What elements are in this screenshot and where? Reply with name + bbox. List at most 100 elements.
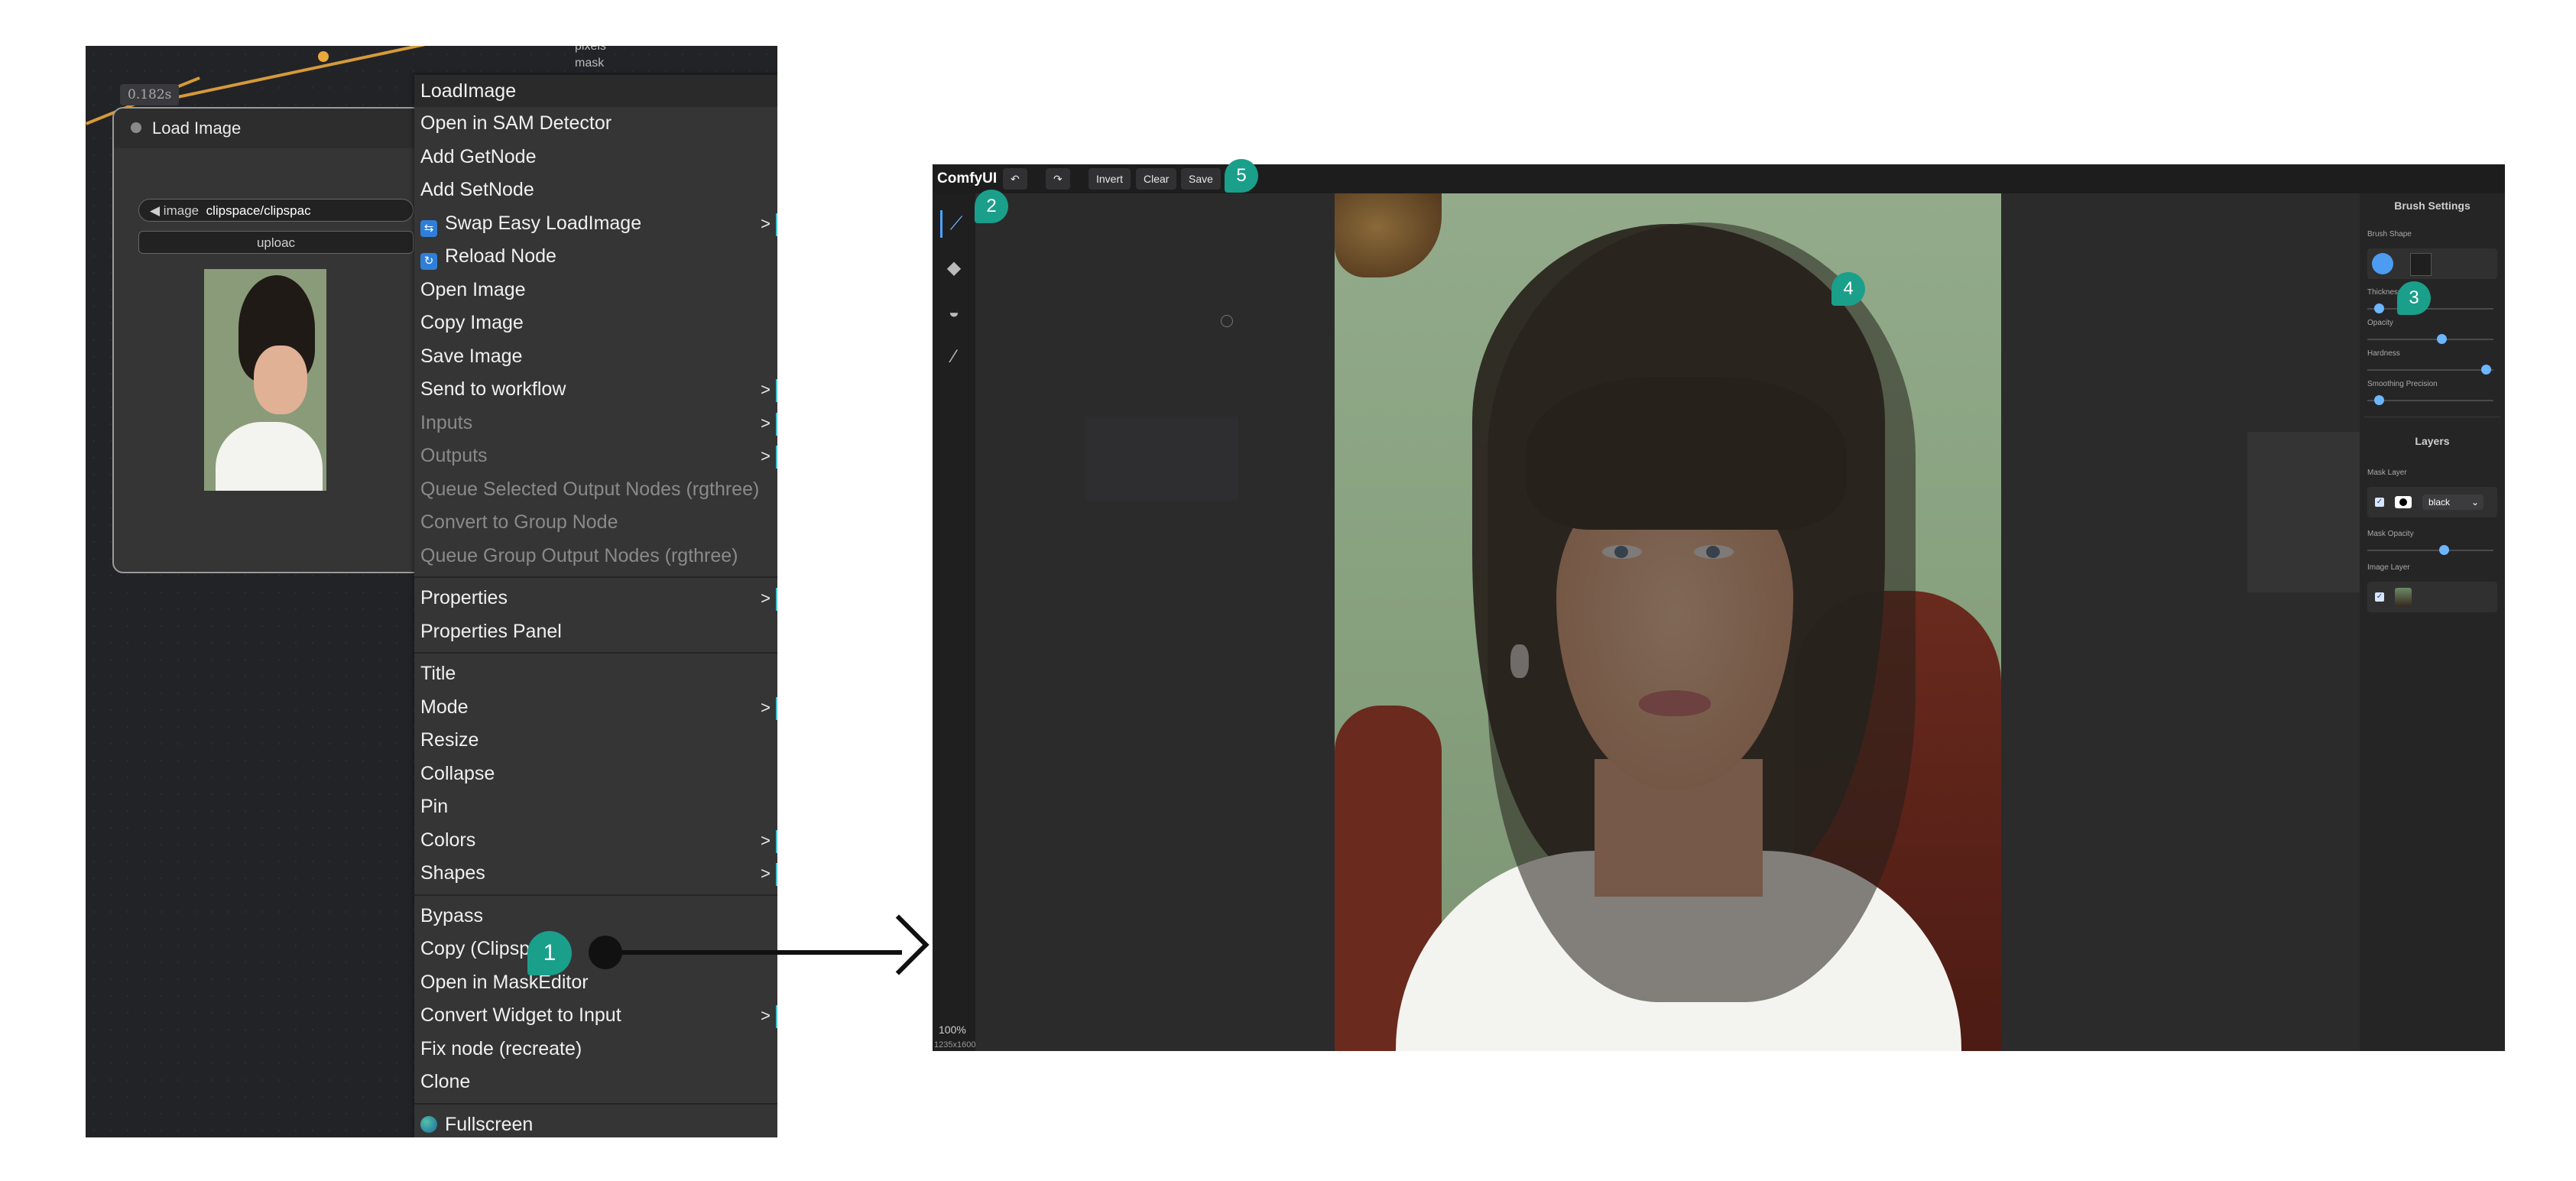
mask-layer-row: ✓ black ⌄ [2367, 487, 2497, 517]
image-combo-widget[interactable]: ◀ image clipspace/clipspac [138, 199, 414, 222]
callout-5: 5 [1225, 159, 1258, 193]
load-image-node[interactable]: Load Image ◀ image clipspace/clipspac up… [112, 107, 433, 573]
upstream-node-outputs: pixels mask [575, 46, 606, 72]
menu-item-add-setnode[interactable]: Add SetNode [414, 174, 777, 207]
slider-knob[interactable] [2480, 365, 2491, 375]
menu-separator [414, 1102, 777, 1105]
menu-item-open-in-sam-detector[interactable]: Open in SAM Detector [414, 107, 777, 141]
mask-opacity-label: Mask Opacity [2367, 530, 2414, 538]
callout-2: 2 [975, 190, 1008, 223]
combo-left-arrow-icon[interactable]: ◀ [150, 203, 164, 218]
mask-layer-label: Mask Layer [2367, 469, 2407, 477]
brush-shape-label: Brush Shape [2367, 230, 2412, 238]
mask-canvas-image[interactable] [1335, 193, 2001, 1051]
submenu-indicator [776, 696, 777, 720]
menu-item-properties[interactable]: Properties > [414, 582, 777, 615]
clear-button[interactable]: Clear [1136, 168, 1177, 190]
tool-sidebar: ⟋ ◆ ◒ ⁄ 100% 1235x1600 [933, 193, 975, 1051]
color-picker-tool-icon[interactable]: ⁄ [940, 343, 968, 371]
slider-knob[interactable] [2374, 303, 2385, 313]
submenu-indicator [776, 588, 777, 611]
menu-item-convert-widget-to-input[interactable]: Convert Widget to Input > [414, 999, 777, 1033]
menu-item-shapes[interactable]: Shapes > [414, 857, 777, 891]
menu-separator [414, 652, 777, 654]
menu-item-fullscreen[interactable]: Fullscreen [414, 1108, 777, 1138]
mask-opacity-slider[interactable] [2367, 545, 2493, 555]
submenu-arrow: > [761, 1006, 771, 1025]
menu-item-copy-image[interactable]: Copy Image [414, 307, 777, 340]
node-image-preview [204, 269, 326, 491]
smoothing-slider[interactable] [2367, 395, 2493, 405]
menu-item-queue-group-output-nodes[interactable]: Queue Group Output Nodes (rgthree) [414, 540, 777, 573]
brush-settings-panel: Brush Settings Brush Shape Thickness Opa… [2360, 193, 2505, 1051]
upload-button[interactable]: uploac [138, 231, 414, 254]
menu-item-bypass[interactable]: Bypass [414, 900, 777, 933]
link-reroute-dot[interactable] [318, 51, 329, 62]
slider-knob[interactable] [2439, 545, 2450, 555]
menu-item-fix-node[interactable]: Fix node (recreate) [414, 1033, 777, 1066]
menu-item-collapse[interactable]: Collapse [414, 758, 777, 791]
menu-item-open-image[interactable]: Open Image [414, 274, 777, 307]
slider-knob[interactable] [2437, 334, 2448, 344]
submenu-arrow: > [761, 589, 771, 608]
save-button[interactable]: Save [1181, 168, 1221, 190]
menu-item-resize[interactable]: Resize [414, 724, 777, 758]
menu-item-clone[interactable]: Clone [414, 1066, 777, 1099]
mask-editor-window: ComfyUI ↶ ↷ Invert Clear Save el ⟋ ◆ ◒ ⁄… [933, 164, 2505, 1051]
output-label-mask: mask [575, 57, 605, 70]
menu-item-title[interactable]: Title [414, 657, 777, 691]
image-widget-label: image [163, 203, 200, 218]
menu-item-colors[interactable]: Colors > [414, 824, 777, 858]
menu-item-pin[interactable]: Pin [414, 790, 777, 824]
output-label-pixels: pixels [575, 46, 606, 53]
menu-item-swap-easy-loadimage[interactable]: ⇆ Swap Easy LoadImage > [414, 207, 777, 241]
menu-item-mode[interactable]: Mode > [414, 691, 777, 725]
thickness-slider[interactable] [2367, 303, 2493, 313]
submenu-indicator [776, 829, 777, 853]
menu-item-reload-node[interactable]: ↻ Reload Node [414, 240, 777, 274]
node-editor-canvas[interactable]: pixels mask 0.182s Load Image ◀ image cl… [86, 46, 777, 1137]
menu-item-inputs[interactable]: Inputs > [414, 407, 777, 440]
hardness-slider[interactable] [2367, 365, 2493, 375]
node-header[interactable]: Load Image [114, 109, 432, 148]
menu-separator [414, 576, 777, 578]
paint-bucket-tool-icon[interactable]: ◒ [940, 299, 968, 326]
mask-color-select[interactable]: black ⌄ [2422, 495, 2484, 510]
submenu-arrow: > [761, 413, 771, 433]
swap-icon: ⇆ [420, 219, 437, 237]
collapse-dot[interactable] [131, 122, 141, 133]
execution-time-badge: 0.182s [120, 84, 180, 105]
menu-item-convert-to-group-node[interactable]: Convert to Group Node [414, 506, 777, 540]
brush-tool-icon[interactable]: ⟋ [940, 210, 970, 238]
menu-item-outputs[interactable]: Outputs > [414, 440, 777, 473]
submenu-indicator [776, 446, 777, 469]
eraser-tool-icon[interactable]: ◆ [940, 255, 968, 282]
image-layer-thumbnail [2395, 588, 2412, 606]
redo-button[interactable]: ↷ [1046, 168, 1070, 190]
circle-shape-option[interactable] [2372, 253, 2393, 274]
menu-item-open-in-maskeditor[interactable]: Open in MaskEditor [414, 966, 777, 1000]
opacity-slider[interactable] [2367, 334, 2493, 344]
link-wire [177, 46, 425, 99]
mask-layer-checkbox[interactable]: ✓ [2375, 498, 2384, 507]
invert-button[interactable]: Invert [1088, 168, 1131, 190]
submenu-arrow: > [761, 864, 771, 883]
layers-title: Layers [2415, 435, 2450, 447]
zoom-level: 100% [939, 1024, 966, 1036]
mask-visibility-icon[interactable] [2395, 496, 2412, 508]
slider-knob[interactable] [2374, 395, 2385, 405]
mask-editor-toolbar: ComfyUI ↶ ↷ Invert Clear Save el [933, 164, 2505, 193]
arrow-head-icon [868, 914, 930, 975]
menu-item-queue-selected-output-nodes[interactable]: Queue Selected Output Nodes (rgthree) [414, 473, 777, 507]
menu-item-add-getnode[interactable]: Add GetNode [414, 141, 777, 174]
square-shape-option[interactable] [2410, 253, 2432, 276]
menu-item-properties-panel[interactable]: Properties Panel [414, 615, 777, 649]
menu-item-send-to-workflow[interactable]: Send to workflow > [414, 373, 777, 407]
image-layer-checkbox[interactable]: ✓ [2375, 592, 2384, 602]
image-widget-value: clipspace/clipspac [206, 203, 311, 218]
brush-settings-title: Brush Settings [2394, 200, 2471, 212]
app-brand: ComfyUI [937, 170, 998, 187]
submenu-indicator [776, 1005, 777, 1028]
undo-button[interactable]: ↶ [1003, 168, 1027, 190]
menu-item-save-image[interactable]: Save Image [414, 340, 777, 374]
